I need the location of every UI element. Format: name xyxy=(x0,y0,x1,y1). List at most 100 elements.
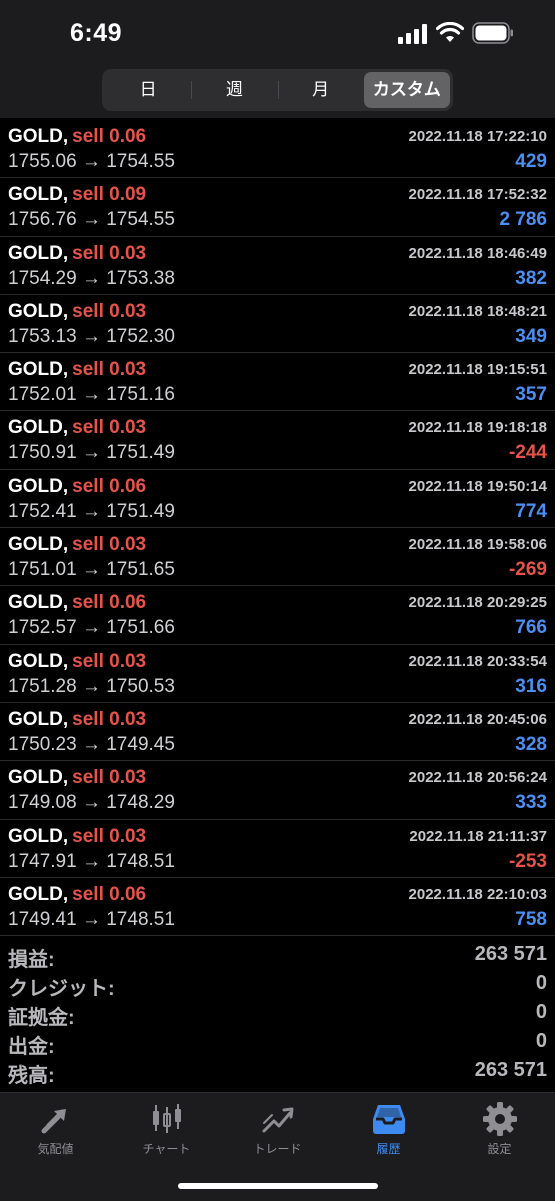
period-tab-week[interactable]: 週 xyxy=(191,72,277,108)
summary-label: クレジット: xyxy=(8,978,115,1000)
trade-prices: 1751.01 → 1751.65 xyxy=(8,559,175,581)
trade-datetime: 2022.11.18 19:18:18 xyxy=(408,419,547,437)
trade-prices: 1751.28 → 1750.53 xyxy=(8,675,175,697)
trade-profit: 429 xyxy=(515,151,547,172)
trade-symbol: GOLD, sell 0.03 xyxy=(8,534,147,556)
trade-side: sell 0.03 xyxy=(72,650,147,672)
quotes-arrows-icon xyxy=(41,1109,66,1134)
summary-value: 0 xyxy=(535,1030,547,1052)
period-segmented-control: 日 週 月 カスタム xyxy=(102,69,453,111)
trade-datetime: 2022.11.18 17:52:32 xyxy=(408,186,547,204)
cellular-signal-icon xyxy=(398,24,427,44)
trade-datetime: 2022.11.18 19:15:51 xyxy=(408,361,547,379)
trade-profit: 766 xyxy=(515,617,547,639)
trade-prices: 1752.01 → 1751.16 xyxy=(8,384,175,406)
summary-label: 損益: xyxy=(8,949,55,971)
trade-row[interactable]: GOLD, sell 0.03 1751.28 → 1750.53 2022.11… xyxy=(0,645,555,703)
summary-row-balance: 残高: 263 571 xyxy=(0,1056,555,1087)
home-indicator[interactable] xyxy=(178,1183,378,1189)
trade-profit: -244 xyxy=(508,442,547,464)
trade-datetime: 2022.11.18 20:45:06 xyxy=(408,710,547,728)
tab-label: チャート xyxy=(142,1142,191,1156)
trade-row[interactable]: GOLD, sell 0.03 1753.13 → 1752.30 2022.11… xyxy=(0,295,555,354)
period-tab-month[interactable]: 月 xyxy=(277,72,364,108)
trade-prices: 1756.76 → 1754.55 xyxy=(8,209,175,231)
trade-datetime: 2022.11.18 17:22:10 xyxy=(408,128,547,145)
trade-symbol: GOLD, sell 0.03 xyxy=(8,767,147,789)
trade-profit: 382 xyxy=(515,267,547,289)
trade-profit: 316 xyxy=(515,675,547,697)
trade-symbol: GOLD, sell 0.03 xyxy=(8,825,147,847)
trade-row[interactable]: GOLD, sell 0.03 1751.01 → 1751.65 2022.11… xyxy=(0,528,555,587)
summary-label: 出金: xyxy=(8,1036,55,1058)
trade-symbol: GOLD, sell 0.03 xyxy=(8,417,147,439)
trade-row[interactable]: GOLD, sell 0.03 1754.29 → 1753.38 2022.11… xyxy=(0,237,555,295)
trade-symbol: GOLD, sell 0.06 xyxy=(8,592,147,614)
trade-row[interactable]: GOLD, sell 0.03 1747.91 → 1748.51 2022.11… xyxy=(0,820,555,878)
trade-profit: 758 xyxy=(515,908,547,930)
trade-profit: 333 xyxy=(515,792,547,814)
trade-profit: 2 786 xyxy=(499,209,547,231)
tab-label: 履歴 xyxy=(376,1142,401,1156)
trade-side: sell 0.03 xyxy=(72,534,147,556)
trade-symbol: GOLD, sell 0.03 xyxy=(8,708,147,730)
summary-value: 263 571 xyxy=(474,1059,547,1081)
header: 6:49 日 週 月 カスタム xyxy=(0,0,555,118)
tab-quotes[interactable]: 気配値 xyxy=(0,1101,111,1157)
trade-prices: 1755.06 → 1754.55 xyxy=(8,151,175,172)
trade-symbol: GOLD, sell 0.03 xyxy=(8,650,147,672)
trade-datetime: 2022.11.18 18:46:49 xyxy=(408,244,547,262)
summary-label: 証拠金: xyxy=(8,1007,75,1029)
trade-side: sell 0.03 xyxy=(72,242,147,264)
trade-profit: 774 xyxy=(515,500,547,522)
trade-prices: 1752.41 → 1751.49 xyxy=(8,500,175,522)
trade-prices: 1753.13 → 1752.30 xyxy=(8,325,175,347)
tab-trade[interactable]: トレード xyxy=(222,1101,333,1157)
tab-label: トレード xyxy=(253,1142,302,1156)
trade-symbol: GOLD, sell 0.03 xyxy=(8,242,147,264)
trade-profit: -253 xyxy=(508,850,547,872)
trade-symbol: GOLD, sell 0.03 xyxy=(8,359,147,381)
trade-symbol: GOLD, sell 0.06 xyxy=(8,126,147,147)
candlestick-chart-icon xyxy=(152,1104,181,1133)
tab-history[interactable]: 履歴 xyxy=(333,1101,444,1157)
trade-side: sell 0.06 xyxy=(72,883,147,905)
trade-history-list: GOLD, sell 0.06 1755.06 → 1754.55 2022.11… xyxy=(0,120,555,937)
trade-profit: 349 xyxy=(515,325,547,347)
trade-row[interactable]: GOLD, sell 0.03 1750.91 → 1751.49 2022.11… xyxy=(0,411,555,470)
summary-row-credit: クレジット: 0 xyxy=(0,969,555,1000)
tab-settings[interactable]: 設定 xyxy=(444,1101,555,1157)
summary-value: 0 xyxy=(535,1001,547,1023)
trade-row[interactable]: GOLD, sell 0.06 1755.06 → 1754.55 2022.11… xyxy=(0,120,555,179)
trade-side: sell 0.06 xyxy=(72,592,147,614)
trade-row[interactable]: GOLD, sell 0.06 1749.41 → 1748.51 2022.11… xyxy=(0,878,555,937)
trade-prices: 1750.91 → 1751.49 xyxy=(8,442,175,464)
tab-chart[interactable]: チャート xyxy=(111,1101,222,1157)
trade-profit: 328 xyxy=(515,733,547,755)
period-tab-custom[interactable]: カスタム xyxy=(363,72,450,108)
tab-label: 気配値 xyxy=(37,1142,74,1156)
trade-side: sell 0.03 xyxy=(72,417,147,439)
trade-row[interactable]: GOLD, sell 0.06 1752.41 → 1751.49 2022.11… xyxy=(0,470,555,529)
trade-row[interactable]: GOLD, sell 0.03 1752.01 → 1751.16 2022.11… xyxy=(0,353,555,412)
trade-datetime: 2022.11.18 20:29:25 xyxy=(408,594,547,612)
trade-row[interactable]: GOLD, sell 0.09 1756.76 → 1754.55 2022.11… xyxy=(0,178,555,237)
trade-prices: 1749.41 → 1748.51 xyxy=(8,908,175,930)
trade-symbol: GOLD, sell 0.03 xyxy=(8,300,147,322)
trade-side: sell 0.06 xyxy=(72,126,147,147)
trade-profit: 357 xyxy=(515,384,547,406)
summary-label: 残高: xyxy=(8,1065,55,1087)
trade-side: sell 0.03 xyxy=(72,825,147,847)
trade-row[interactable]: GOLD, sell 0.03 1750.23 → 1749.45 2022.11… xyxy=(0,703,555,762)
summary-value: 0 xyxy=(535,972,547,994)
history-inbox-icon xyxy=(372,1105,405,1134)
trade-row[interactable]: GOLD, sell 0.03 1749.08 → 1748.29 2022.11… xyxy=(0,761,555,820)
trade-datetime: 2022.11.18 19:58:06 xyxy=(408,536,547,554)
settings-gear-icon xyxy=(482,1102,517,1136)
period-tab-day[interactable]: 日 xyxy=(105,72,191,108)
account-summary: 損益: 263 571 クレジット: 0 証拠金: 0 出金: 0 残高: 26… xyxy=(0,940,555,1087)
trade-trend-icon xyxy=(262,1107,293,1133)
trade-row[interactable]: GOLD, sell 0.06 1752.57 → 1751.66 2022.11… xyxy=(0,586,555,645)
summary-row-profit: 損益: 263 571 xyxy=(0,940,555,971)
battery-icon xyxy=(472,22,513,44)
